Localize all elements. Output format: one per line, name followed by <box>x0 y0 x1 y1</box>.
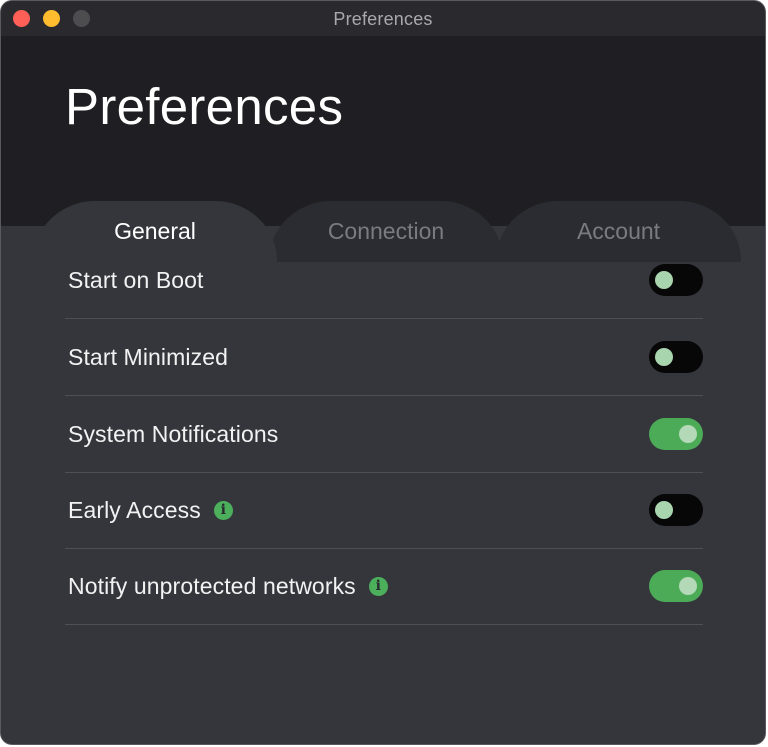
tab-account[interactable]: Account <box>496 201 741 262</box>
setting-row-notify-unprotected-networks: Notify unprotected networks i <box>65 548 703 625</box>
setting-label: Notify unprotected networks <box>68 572 356 599</box>
general-settings-panel: Start on Boot Start Minimized System Not… <box>1 226 765 744</box>
setting-label: System Notifications <box>68 420 279 447</box>
tab-bar: General Connection Account <box>1 201 765 262</box>
header: Preferences General Connection Account <box>1 36 765 262</box>
title-bar[interactable]: Preferences <box>1 1 765 36</box>
window-title: Preferences <box>333 9 433 29</box>
start-minimized-toggle[interactable] <box>649 341 703 373</box>
early-access-toggle[interactable] <box>649 494 703 526</box>
setting-row-early-access: Early Access i <box>65 472 703 549</box>
toggle-knob <box>655 501 673 519</box>
info-icon[interactable]: i <box>368 576 388 596</box>
toggle-knob <box>655 348 673 366</box>
preferences-window: Preferences Preferences General Connecti… <box>1 1 765 744</box>
setting-label: Start Minimized <box>68 343 228 370</box>
setting-row-system-notifications: System Notifications <box>65 396 703 473</box>
toggle-knob <box>655 271 673 289</box>
notify-unprotected-networks-toggle[interactable] <box>649 570 703 602</box>
page-title: Preferences <box>65 78 344 135</box>
setting-label: Start on Boot <box>68 266 204 293</box>
start-on-boot-toggle[interactable] <box>649 264 703 296</box>
toggle-knob <box>679 425 697 443</box>
toggle-knob <box>679 577 697 595</box>
setting-label: Early Access <box>68 496 201 523</box>
tab-general[interactable]: General <box>33 201 277 262</box>
info-icon[interactable]: i <box>213 500 233 520</box>
tab-connection[interactable]: Connection <box>269 201 503 262</box>
system-notifications-toggle[interactable] <box>649 418 703 450</box>
setting-row-start-minimized: Start Minimized <box>65 319 703 396</box>
